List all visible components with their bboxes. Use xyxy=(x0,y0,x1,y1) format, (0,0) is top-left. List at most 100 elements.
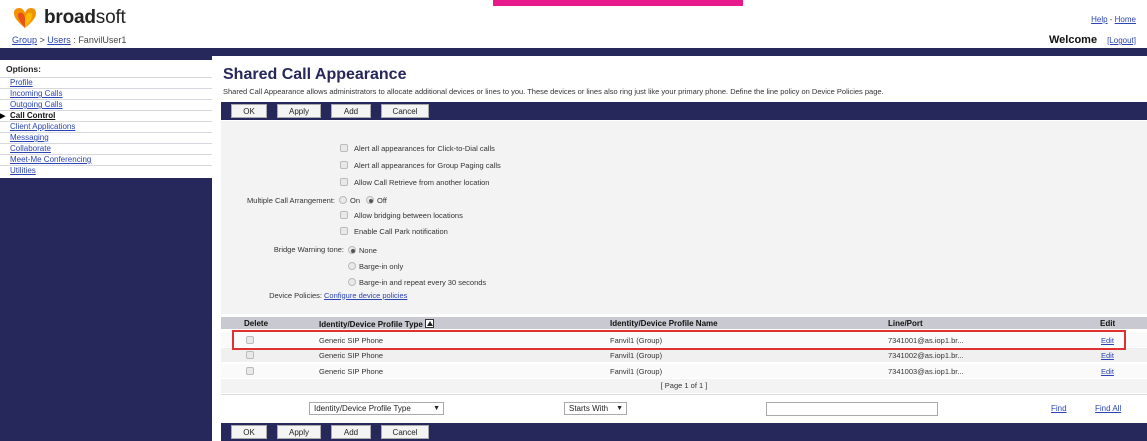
page-title: Shared Call Appearance xyxy=(223,66,407,83)
bridge-warning-label: Bridge Warning tone: xyxy=(273,244,344,254)
welcome-area: Welcome [Logout] xyxy=(1049,34,1136,46)
sidebar-item-collaborate[interactable]: Collaborate xyxy=(0,143,212,154)
device-policies-label: Device Policies: xyxy=(269,290,322,300)
cancel-button[interactable]: Cancel xyxy=(381,104,429,118)
header-divider-band xyxy=(0,48,1147,56)
alert-group-paging-row: Alert all appearances for Group Paging c… xyxy=(340,159,501,171)
alert-group-paging-checkbox[interactable] xyxy=(340,161,348,169)
mca-label-wrap: Multiple Call Arrangement: xyxy=(221,194,335,206)
row-name: Fanvil1 (Group) xyxy=(610,351,663,360)
bridge-none-radio[interactable] xyxy=(348,246,356,254)
alert-click-to-dial-label: Alert all appearances for Click-to-Dial … xyxy=(354,143,495,153)
bridge-barge-in-radio[interactable] xyxy=(348,262,356,270)
col-type[interactable]: Identity/Device Profile Type xyxy=(319,319,434,329)
logo-text: broadsoft xyxy=(44,7,126,28)
home-link[interactable]: Home xyxy=(1115,15,1136,24)
row-line: 7341002@as.iop1.br... xyxy=(888,351,964,360)
device-policies-row: Device Policies: Configure device polici… xyxy=(221,289,567,301)
table-row: Generic SIP Phone Fanvil1 (Group) 734100… xyxy=(221,333,1147,347)
bridge-barge-in-option[interactable]: Barge-in only xyxy=(348,260,403,272)
bridge-none-option[interactable]: None xyxy=(348,244,377,256)
apply-button[interactable]: Apply xyxy=(277,104,321,118)
sidebar-item-utilities[interactable]: Utilities xyxy=(0,165,212,176)
broadsoft-logo-icon xyxy=(14,8,36,28)
allow-bridging-checkbox[interactable] xyxy=(340,211,348,219)
help-link[interactable]: Help xyxy=(1091,15,1107,24)
edit-link[interactable]: Edit xyxy=(1101,351,1114,360)
enable-call-park-checkbox[interactable] xyxy=(340,227,348,235)
table-row: Generic SIP Phone Fanvil1 (Group) 734100… xyxy=(221,348,1147,362)
ok-button[interactable]: OK xyxy=(231,425,267,439)
add-button[interactable]: Add xyxy=(331,104,371,118)
mca-on-option[interactable]: On xyxy=(339,196,360,205)
mca-off-radio[interactable] xyxy=(366,196,375,204)
options-title: Options: xyxy=(6,64,41,74)
apply-button[interactable]: Apply xyxy=(277,425,321,439)
cancel-button[interactable]: Cancel xyxy=(381,425,429,439)
sort-ascending-icon[interactable] xyxy=(424,319,434,328)
alert-group-paging-label: Alert all appearances for Group Paging c… xyxy=(354,160,501,170)
search-bar: Identity/Device Profile Type ▼ Starts Wit… xyxy=(221,394,1147,422)
table-header: Delete Identity/Device Profile Type Iden… xyxy=(221,317,1147,329)
col-line-port: Line/Port xyxy=(888,319,923,328)
enable-call-park-row: Enable Call Park notification xyxy=(340,225,448,237)
alert-click-to-dial-row: Alert all appearances for Click-to-Dial … xyxy=(340,142,495,154)
row-line: 7341001@as.iop1.br... xyxy=(888,336,964,345)
row-type: Generic SIP Phone xyxy=(319,351,384,360)
sidebar-item-profile[interactable]: Profile xyxy=(0,77,212,88)
breadcrumb-users-link[interactable]: Users xyxy=(47,35,71,45)
edit-link[interactable]: Edit xyxy=(1101,336,1114,345)
main-content: Shared Call Appearance Shared Call Appea… xyxy=(221,56,1147,99)
ok-button[interactable]: OK xyxy=(231,104,267,118)
sidebar-item-client-applications[interactable]: Client Applications xyxy=(0,121,212,132)
row-name: Fanvil1 (Group) xyxy=(610,336,663,345)
mca-options: On Off xyxy=(339,194,393,206)
dropdown-arrow-icon: ▼ xyxy=(433,405,440,412)
bridge-barge-repeat-radio[interactable] xyxy=(348,278,356,286)
find-link[interactable]: Find xyxy=(1051,404,1067,413)
sidebar: Options: Profile Incoming Calls Outgoing… xyxy=(0,56,212,441)
bridge-label-wrap: Bridge Warning tone: xyxy=(221,243,344,255)
mca-off-option[interactable]: Off xyxy=(366,196,387,205)
page-description: Shared Call Appearance allows administra… xyxy=(223,87,884,96)
broadsoft-logo: broadsoft xyxy=(12,5,126,31)
add-button[interactable]: Add xyxy=(331,425,371,439)
delete-checkbox[interactable] xyxy=(246,351,254,359)
bottom-button-bar: OK Apply Add Cancel xyxy=(221,423,1147,441)
breadcrumb: Group > Users : FanvilUser1 xyxy=(12,35,127,45)
sidebar-item-outgoing-calls[interactable]: Outgoing Calls xyxy=(0,99,212,110)
allow-call-retrieve-label: Allow Call Retrieve from another locatio… xyxy=(354,177,490,187)
bridge-barge-repeat-option[interactable]: Barge-in and repeat every 30 seconds xyxy=(348,276,486,288)
search-input[interactable] xyxy=(766,402,938,416)
allow-bridging-row: Allow bridging between locations xyxy=(340,209,463,221)
sidebar-item-incoming-calls[interactable]: Incoming Calls xyxy=(0,88,212,99)
breadcrumb-group-link[interactable]: Group xyxy=(12,35,37,45)
sidebar-item-call-control[interactable]: ▶ Call Control xyxy=(0,110,212,121)
col-name: Identity/Device Profile Name xyxy=(610,319,718,328)
col-delete: Delete xyxy=(244,319,269,328)
row-type: Generic SIP Phone xyxy=(319,367,384,376)
top-accent-bar xyxy=(493,0,743,6)
welcome-text: Welcome xyxy=(1048,34,1098,46)
search-field-select[interactable]: Identity/Device Profile Type ▼ xyxy=(309,402,444,415)
logout-link[interactable]: [Logout] xyxy=(1107,36,1136,45)
row-type: Generic SIP Phone xyxy=(319,336,384,345)
delete-checkbox[interactable] xyxy=(246,367,254,375)
settings-panel: Alert all appearances for Click-to-Dial … xyxy=(221,121,1147,314)
help-links: Help - Home xyxy=(1091,15,1136,24)
sidebar-item-meet-me-conferencing[interactable]: Meet-Me Conferencing xyxy=(0,154,212,165)
breadcrumb-current-user: FanvilUser1 xyxy=(78,35,127,45)
pager: [ Page 1 of 1 ] xyxy=(221,379,1147,393)
configure-device-policies-link[interactable]: Configure device policies xyxy=(324,291,407,300)
dropdown-arrow-icon: ▼ xyxy=(616,405,623,412)
mca-label: Multiple Call Arrangement: xyxy=(247,195,335,205)
delete-checkbox[interactable] xyxy=(246,336,254,344)
alert-click-to-dial-checkbox[interactable] xyxy=(340,144,348,152)
find-all-link[interactable]: Find All xyxy=(1095,404,1121,413)
search-mode-select[interactable]: Starts With ▼ xyxy=(564,402,627,415)
allow-call-retrieve-row: Allow Call Retrieve from another locatio… xyxy=(340,176,489,188)
sidebar-item-messaging[interactable]: Messaging xyxy=(0,132,212,143)
allow-call-retrieve-checkbox[interactable] xyxy=(340,178,348,186)
mca-on-radio[interactable] xyxy=(339,196,347,204)
edit-link[interactable]: Edit xyxy=(1101,367,1114,376)
